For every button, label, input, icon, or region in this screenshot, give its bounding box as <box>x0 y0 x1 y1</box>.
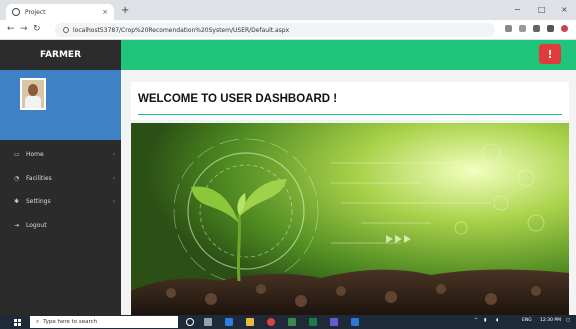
hero-image <box>131 123 569 315</box>
edge-icon[interactable] <box>225 318 233 326</box>
word-icon[interactable] <box>351 318 359 326</box>
sidebar-item-label: Facilities <box>26 174 52 182</box>
visual-studio-icon[interactable] <box>330 318 338 326</box>
tab-close-icon[interactable]: × <box>102 8 108 16</box>
clock[interactable]: 12:30 PM <box>540 318 561 323</box>
forward-icon[interactable]: → <box>20 24 28 34</box>
sidebar-item-label: Home <box>26 150 44 158</box>
dashboard-icon: ◔ <box>14 174 20 182</box>
task-view-icon[interactable] <box>204 318 212 326</box>
sidebar-item-home[interactable]: ▭ Home ‹ <box>0 143 121 165</box>
alert-button[interactable]: ! <box>539 44 561 64</box>
new-tab-button[interactable]: + <box>121 5 129 16</box>
info-icon <box>63 27 69 33</box>
window-close-button[interactable]: × <box>561 5 568 14</box>
chrome-icon[interactable] <box>267 318 275 326</box>
search-icon: ⌕ <box>36 318 40 325</box>
sidebar-item-label: Logout <box>26 221 47 229</box>
tray-up-icon[interactable]: ^ <box>474 318 478 323</box>
page-title: WELCOME TO USER DASHBOARD ! <box>138 93 338 105</box>
excel-icon[interactable] <box>309 318 317 326</box>
reload-icon[interactable]: ↻ <box>33 24 41 34</box>
chevron-left-icon: ‹ <box>112 174 115 182</box>
maximize-button[interactable]: □ <box>538 5 546 14</box>
sidebar-item-logout[interactable]: ⇥ Logout <box>0 214 121 236</box>
volume-icon[interactable]: ◖ <box>496 318 498 323</box>
taskbar-search-field[interactable]: ⌕ Type here to search <box>30 316 178 328</box>
sidebar-item-settings[interactable]: ✱ Settings ‹ <box>0 190 121 212</box>
file-explorer-icon[interactable] <box>246 318 254 326</box>
minimize-button[interactable]: − <box>514 5 521 14</box>
divider <box>138 114 562 115</box>
puzzle-icon[interactable] <box>547 25 554 32</box>
seedling-illustration <box>131 123 569 315</box>
chevron-left-icon: ‹ <box>112 150 115 158</box>
address-bar: ← → ↻ localhost53787/Crop%20Recomendatio… <box>0 20 576 40</box>
logout-icon: ⇥ <box>14 221 20 229</box>
chevron-left-icon: ‹ <box>112 197 115 205</box>
bookmark-star-icon[interactable] <box>519 25 526 32</box>
url-text: localhost53787/Crop%20Recomendation%20Sy… <box>73 26 290 34</box>
network-icon[interactable]: ▮ <box>484 318 486 323</box>
sidebar-item-facilities[interactable]: ◔ Facilities ‹ <box>0 167 121 189</box>
profile-panel <box>0 70 121 140</box>
favicon-icon <box>12 8 20 16</box>
browser-tab[interactable]: Project × <box>6 4 114 20</box>
share-icon[interactable] <box>505 25 512 32</box>
windows-start-icon[interactable] <box>14 319 21 326</box>
url-field[interactable]: localhost53787/Crop%20Recomendation%20Sy… <box>55 23 495 37</box>
cortana-icon[interactable] <box>186 318 194 326</box>
search-placeholder: Type here to search <box>43 319 98 325</box>
notification-icon[interactable]: ▢ <box>566 318 570 323</box>
app-icon[interactable] <box>288 318 296 326</box>
monitor-icon: ▭ <box>14 150 20 158</box>
profile-icon[interactable] <box>561 25 568 32</box>
extension-icon[interactable] <box>533 25 540 32</box>
back-icon[interactable]: ← <box>7 24 15 34</box>
top-navbar <box>121 40 576 70</box>
avatar <box>20 78 46 110</box>
gear-icon: ✱ <box>14 197 20 205</box>
brand-title[interactable]: FARMER <box>0 40 121 70</box>
tab-title: Project <box>25 8 46 16</box>
sidebar-item-label: Settings <box>26 197 51 205</box>
language-indicator[interactable]: ENG <box>522 318 532 323</box>
